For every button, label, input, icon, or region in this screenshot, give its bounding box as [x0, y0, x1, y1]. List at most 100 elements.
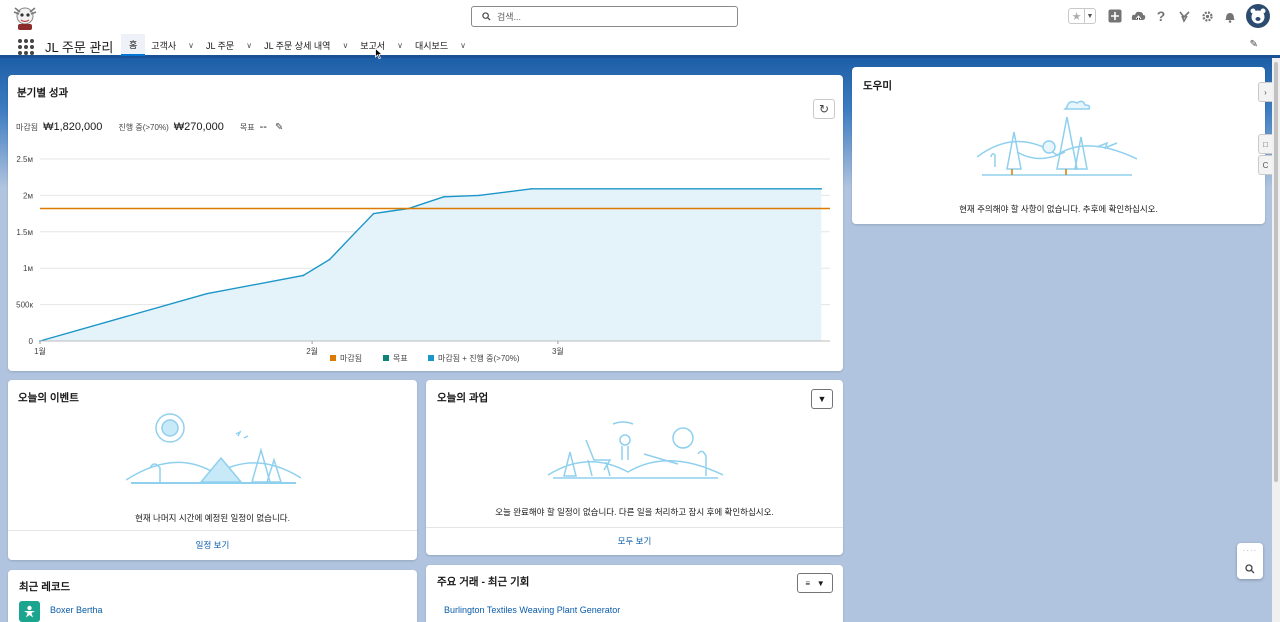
- nav-tab-accounts[interactable]: 고객사 ∨: [145, 34, 200, 56]
- data-point: [416, 204, 419, 207]
- card-title: 오늘의 이벤트: [18, 392, 79, 404]
- y-tick-label: 2.5м: [16, 155, 33, 164]
- app-navigation-bar: JL 주문 관리 홈 고객사 ∨ JL 주문 ∨ JL 주문 상세 내역 ∨ 보고서 ∨…: [0, 34, 1280, 58]
- header-actions: ★ ▼ ?: [1068, 4, 1270, 28]
- nav-tab-label: 고객사: [151, 40, 177, 51]
- data-point: [478, 194, 480, 197]
- view-calendar-link[interactable]: 일정 보기: [8, 530, 417, 560]
- data-point: [442, 196, 445, 198]
- deal-link[interactable]: Burlington Textiles Weaving Plant Genera…: [444, 605, 620, 615]
- events-message: 현재 나머지 시간에 예정된 일정이 없습니다.: [135, 513, 290, 523]
- recent-records-card: 최근 레코드 Boxer Bertha: [8, 570, 417, 622]
- edit-nav-pencil-icon[interactable]: ✎: [1250, 39, 1258, 50]
- edit-goal-pencil-icon[interactable]: ✎: [275, 122, 283, 133]
- search-placeholder: 검색...: [497, 12, 522, 22]
- chevron-down-icon[interactable]: ∨: [460, 41, 466, 50]
- nav-tab-home[interactable]: 홈: [121, 34, 146, 56]
- legend-swatch: [330, 355, 336, 361]
- open-value: ₩270,000: [173, 121, 224, 133]
- y-tick-label: 2м: [23, 191, 33, 200]
- key-deals-card: 주요 거래 - 최근 기회 ≡ ▼ Burlington Textiles We…: [426, 565, 843, 622]
- user-avatar[interactable]: [1246, 4, 1270, 28]
- gear-icon[interactable]: [1197, 6, 1217, 26]
- legend-swatch: [428, 355, 434, 361]
- chevron-down-icon[interactable]: ▼: [1085, 9, 1095, 23]
- todays-tasks-card: 오늘의 과업 ▼ 오늘 완료해야 할 일정이 없습니다. 다른 일을 처리하고 …: [426, 380, 843, 555]
- y-tick-label: 1.5м: [16, 228, 33, 237]
- deals-sort-dropdown[interactable]: ≡ ▼: [797, 573, 833, 593]
- recent-record-link[interactable]: Boxer Bertha: [50, 605, 103, 615]
- sort-icon: ≡: [805, 578, 811, 588]
- y-tick-label: 1м: [23, 264, 33, 273]
- org-logo-icon[interactable]: [12, 3, 38, 31]
- card-title: 최근 레코드: [19, 581, 71, 593]
- open-label: 진행 중(>70%): [118, 123, 169, 132]
- search-icon: [482, 12, 491, 21]
- star-icon[interactable]: ★: [1069, 9, 1085, 23]
- search-icon[interactable]: [1245, 564, 1255, 574]
- nav-tab-jl-orders[interactable]: JL 주문 ∨: [200, 34, 258, 56]
- performance-chart: 2.5м 2м 1.5м 1м 500к 01월 2월 3월마감됨 목표 마감됨 + 진행 중(>…: [16, 155, 830, 363]
- refresh-icon: ↻: [818, 102, 830, 116]
- card-title: 분기별 성과: [17, 87, 69, 99]
- app-name: JL 주문 관리: [45, 40, 114, 55]
- x-tick-label: 1월: [34, 346, 46, 356]
- utility-tab[interactable]: ›: [1258, 82, 1272, 102]
- chevron-down-icon[interactable]: ∨: [246, 41, 252, 50]
- performance-metrics: 마감됨 ₩1,820,000 진행 중(>70%) ₩270,000 목표 --…: [16, 121, 283, 133]
- nav-tab-dashboards[interactable]: 대시보드 ∨: [409, 34, 472, 56]
- drag-handle-icon[interactable]: ····: [1243, 547, 1258, 555]
- contact-record-icon: [19, 601, 40, 622]
- favorites-group: ★ ▼: [1068, 8, 1096, 24]
- legend-swatch: [383, 355, 389, 361]
- utility-tab[interactable]: C: [1258, 155, 1272, 175]
- chevron-down-icon[interactable]: ∨: [342, 41, 348, 50]
- view-all-tasks-link[interactable]: 모두 보기: [426, 527, 843, 555]
- quarterly-performance-card: 분기별 성과 ↻ 마감됨 ₩1,820,000 진행 중(>70%) ₩270,…: [8, 75, 843, 371]
- help-icon[interactable]: ?: [1151, 6, 1171, 26]
- data-point: [328, 258, 331, 261]
- assistant-card: 도우미 현재 주의해야 할 사항이 없습니다. 추후에 확인하십시오.: [852, 67, 1265, 224]
- legend-label: 마감됨: [340, 353, 362, 363]
- x-tick-label: 3월: [552, 346, 564, 356]
- y-tick-label: 500к: [16, 301, 33, 310]
- mouse-cursor-icon: [375, 48, 383, 59]
- notifications-bell-icon[interactable]: [1220, 6, 1240, 26]
- chevron-down-icon[interactable]: ∨: [188, 41, 194, 50]
- utility-tab[interactable]: □: [1258, 134, 1272, 154]
- bear-avatar-icon: [1250, 8, 1266, 24]
- app-launcher-icon[interactable]: [18, 39, 34, 55]
- refresh-button[interactable]: ↻: [813, 99, 835, 119]
- floating-search-widget[interactable]: ····: [1237, 543, 1263, 579]
- global-search-input[interactable]: 검색...: [471, 6, 738, 27]
- chevron-down-icon[interactable]: ∨: [397, 41, 403, 50]
- scrollbar-thumb[interactable]: [1274, 62, 1278, 482]
- goal-value: --: [259, 121, 267, 133]
- closed-value: ₩1,820,000: [43, 121, 103, 133]
- x-tick-label: 2월: [306, 346, 318, 356]
- assistant-message: 현재 주의해야 할 사항이 없습니다. 추후에 확인하십시오.: [959, 204, 1158, 214]
- nav-tab-label: 대시보드: [415, 40, 449, 51]
- tasks-filter-dropdown[interactable]: ▼: [811, 389, 833, 409]
- trailhead-cloud-icon[interactable]: [1128, 6, 1148, 26]
- camping-illustration: [977, 100, 1137, 176]
- setup-assistant-icon[interactable]: [1174, 6, 1194, 26]
- tasks-message: 오늘 완료해야 할 일정이 없습니다. 다른 일을 처리하고 잠시 후에 확인하…: [495, 507, 774, 517]
- series-area: [40, 188, 822, 341]
- data-point: [530, 188, 533, 190]
- data-point: [205, 292, 208, 295]
- y-tick-label: 0: [29, 337, 34, 346]
- nav-tab-jl-order-details[interactable]: JL 주문 상세 내역 ∨: [258, 34, 354, 56]
- global-header: 검색... ★ ▼ ?: [0, 0, 1280, 34]
- camping-tent-illustration: [126, 413, 301, 484]
- global-actions-plus-icon[interactable]: [1105, 6, 1125, 26]
- chevron-down-icon: ▼: [816, 578, 825, 588]
- data-point: [372, 212, 375, 215]
- data-point: [355, 231, 357, 233]
- card-title: 주요 거래 - 최근 기회: [437, 576, 530, 588]
- nav-tab-label: JL 주문 상세 내역: [264, 40, 331, 51]
- page-scrollbar[interactable]: [1272, 58, 1280, 622]
- data-point: [302, 274, 305, 277]
- card-title: 도우미: [863, 80, 892, 92]
- chevron-down-icon: ▼: [817, 394, 827, 404]
